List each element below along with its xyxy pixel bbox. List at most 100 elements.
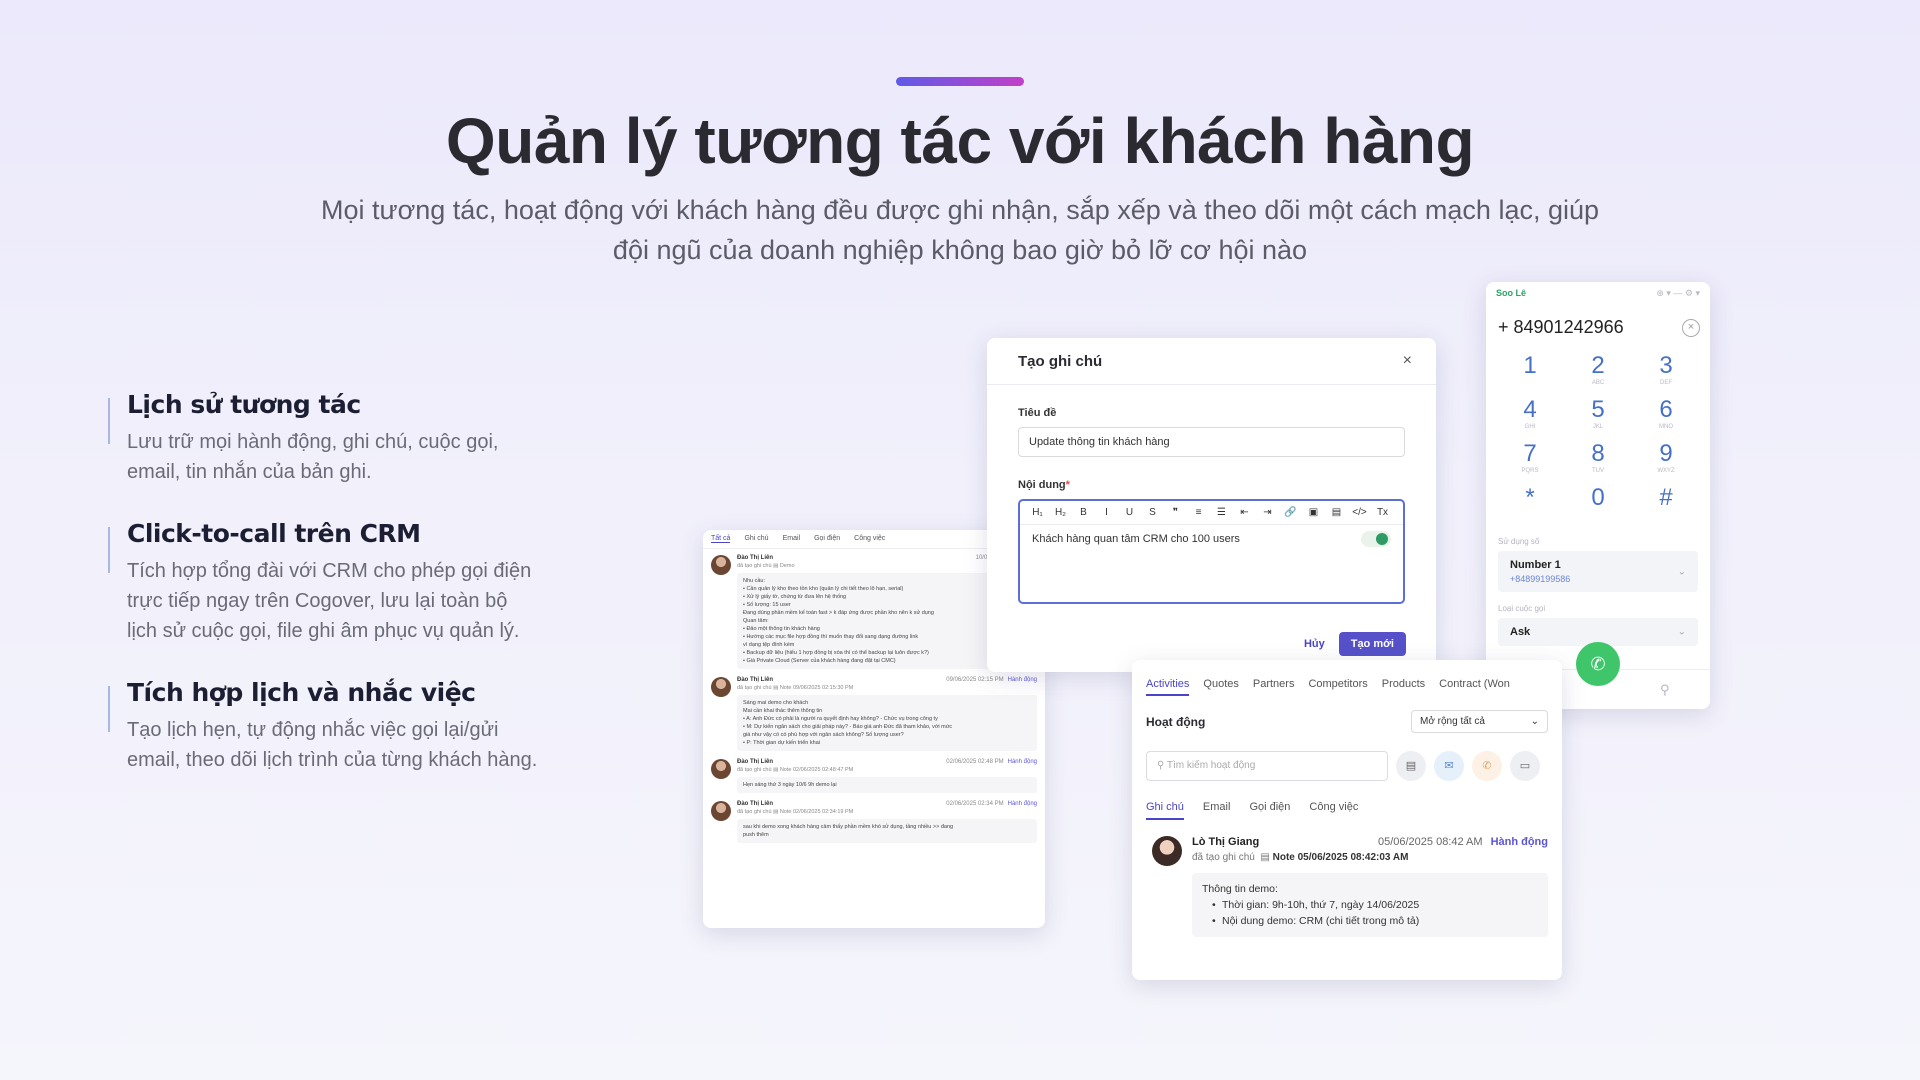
keypad-key[interactable]: 0 — [1564, 484, 1632, 525]
toolbar-button[interactable]: ☰ — [1214, 507, 1229, 518]
tab-all[interactable]: Tất cả — [711, 535, 731, 543]
feature-desc-line: Lưu trữ mọi hành động, ghi chú, cuộc gọi… — [127, 431, 499, 453]
toolbar-button[interactable]: ⇥ — [1260, 507, 1275, 518]
activity-search-input[interactable]: ⚲ Tìm kiếm hoạt động — [1146, 751, 1388, 781]
keypad-key[interactable]: 7 PQRS — [1496, 440, 1564, 481]
cancel-button[interactable]: Hủy — [1304, 638, 1325, 650]
tab-competitors[interactable]: Competitors — [1308, 678, 1367, 696]
note-sub-text: đã tạo ghi chú — [737, 809, 772, 815]
note-line: • P: Thời gian dự kiến triển khai — [743, 740, 820, 746]
toolbar-button[interactable]: Tx — [1375, 507, 1390, 518]
subtab-email[interactable]: Email — [1203, 801, 1231, 820]
subtab-calls[interactable]: Gọi điện — [1249, 801, 1290, 820]
phone-icon[interactable]: ✆ — [1472, 751, 1502, 781]
activity-item: Lò Thị Giang 05/06/2025 08:42 AM Hành độn… — [1132, 820, 1562, 937]
toolbar-button[interactable]: 🔗 — [1283, 507, 1298, 518]
tab-partners[interactable]: Partners — [1253, 678, 1295, 696]
note-head: Đào Thị Liên 02/06/2025 02:48 PM Hành độn… — [737, 759, 1037, 765]
toolbar-button[interactable]: S — [1145, 507, 1160, 518]
feature-desc-line: email, theo dõi lịch trình của từng khác… — [127, 749, 538, 771]
tab-activities[interactable]: Activities — [1146, 678, 1190, 696]
keypad-key[interactable]: 2 ABC — [1564, 352, 1632, 393]
number-select-name: Number 1 — [1510, 559, 1561, 571]
action-menu-button[interactable]: Hành động — [1491, 836, 1548, 848]
feature-title: Lịch sử tương tác — [127, 390, 361, 419]
note-body: sau khi demo xong khách hàng cảm thấy ph… — [737, 819, 1037, 843]
toolbar-button[interactable]: H₂ — [1053, 507, 1068, 518]
toolbar-button[interactable]: </> — [1352, 507, 1367, 518]
keypad-key[interactable]: 6 MNO — [1632, 396, 1700, 437]
keypad-key[interactable]: 1 — [1496, 352, 1564, 393]
action-menu-button[interactable]: Hành động — [1008, 759, 1037, 765]
editor-content[interactable]: Khách hàng quan tâm CRM cho 100 users — [1020, 525, 1403, 553]
note-head: Đào Thị Liên 02/06/2025 02:34 PM Hành độn… — [737, 801, 1037, 807]
note-author: Đào Thị Liên — [737, 677, 773, 683]
key-letters: PQRS — [1521, 468, 1539, 474]
note-sub-text: đã tạo ghi chú — [737, 685, 772, 691]
toolbar-button[interactable]: ▣ — [1306, 507, 1321, 518]
toolbar-button[interactable]: ≡ — [1191, 507, 1206, 518]
feature-desc-line: trực tiếp ngay trên Cogover, lưu lại toà… — [127, 590, 508, 612]
toolbar-button[interactable]: B — [1076, 507, 1091, 518]
keypad-key[interactable]: * — [1496, 484, 1564, 525]
dialer-controls[interactable]: ⊕ ▾ — ⚙ ▾ — [1656, 288, 1700, 299]
action-menu-button[interactable]: Hành động — [1008, 801, 1037, 807]
activity-ref[interactable]: Note 05/06/2025 08:42:03 AM — [1273, 852, 1409, 863]
clear-icon[interactable]: × — [1682, 318, 1700, 337]
email-icon[interactable]: ✉ — [1434, 751, 1464, 781]
expand-all-select[interactable]: Mở rộng tất cả ⌄ — [1411, 710, 1548, 733]
number-select-value: +84899199586 — [1510, 574, 1571, 584]
note-ref[interactable]: Note 02/06/2025 02:48:47 PM — [780, 767, 853, 773]
action-menu-button[interactable]: Hành động — [1008, 677, 1037, 683]
tab-email[interactable]: Email — [783, 535, 801, 543]
key-letters: MNO — [1659, 424, 1673, 430]
toolbar-button[interactable]: ▤ — [1329, 507, 1344, 518]
tab-calls[interactable]: Gọi điện — [814, 535, 840, 543]
subtab-notes[interactable]: Ghi chú — [1146, 801, 1184, 820]
title-input[interactable]: Update thông tin khách hàng — [1018, 427, 1405, 457]
note-ref[interactable]: Note 02/06/2025 02:34:19 PM — [780, 809, 853, 815]
note-ref[interactable]: Note 09/06/2025 02:15:30 PM — [780, 685, 853, 691]
folder-icon[interactable]: ▭ — [1510, 751, 1540, 781]
key-digit: 7 — [1523, 440, 1537, 467]
keypad: 1 2 ABC 3 DEF 4 GHI 5 JKL 6 MNO 7 PQRS 8 TUV 9 WXYZ * 0 # — [1486, 338, 1710, 525]
use-number-label: Sử dụng số — [1498, 537, 1540, 546]
tab-products[interactable]: Products — [1382, 678, 1425, 696]
note-sub: đã tạo ghi chú ▤ Note 09/06/2025 02:15:3… — [737, 685, 854, 691]
create-button[interactable]: Tạo mới — [1338, 632, 1406, 656]
toolbar-button[interactable]: ⇤ — [1237, 507, 1252, 518]
user-icon[interactable]: ⚲ — [1660, 682, 1670, 698]
keypad-key[interactable]: 5 JKL — [1564, 396, 1632, 437]
keypad-key[interactable]: 9 WXYZ — [1632, 440, 1700, 481]
tab-notes[interactable]: Ghi chú — [744, 535, 768, 543]
tab-tasks[interactable]: Công việc — [854, 535, 885, 543]
tab-contract[interactable]: Contract (Won — [1439, 678, 1510, 696]
note-line: • A: Anh Đức có phải là người ra quyết đ… — [743, 716, 938, 722]
subtab-tasks[interactable]: Công việc — [1309, 801, 1358, 820]
note-icon[interactable]: ▤ — [1396, 751, 1426, 781]
number-select[interactable]: Number 1 +84899199586 ⌄ — [1498, 551, 1698, 592]
key-letters: GHI — [1524, 424, 1536, 430]
activity-search-row: ⚲ Tìm kiếm hoạt động ▤ ✉ ✆ ▭ — [1132, 733, 1562, 781]
keypad-key[interactable]: 8 TUV — [1564, 440, 1632, 481]
note-line: • M: Dự kiến ngân sách cho giải pháp này… — [743, 724, 953, 730]
close-icon[interactable]: × — [1403, 352, 1412, 370]
activity-meta: 05/06/2025 08:42 AM Hành động — [1378, 836, 1548, 848]
grammar-assistant-icon[interactable] — [1361, 531, 1391, 547]
toolbar-button[interactable]: I — [1099, 507, 1114, 518]
feature-interaction-history: Lịch sử tương tác Lưu trữ mọi hành động,… — [108, 390, 568, 487]
content-editor[interactable]: H₁ H₂ B I U S ❞ ≡ ☰ ⇤ ⇥ 🔗 ▣ ▤ </> Tx Khách hàng quan tâ… — [1018, 499, 1405, 604]
accent-bar — [896, 77, 1024, 86]
toolbar-button[interactable]: U — [1122, 507, 1137, 518]
toolbar-button[interactable]: ❞ — [1168, 507, 1183, 518]
note-ref[interactable]: Demo — [780, 563, 795, 569]
tab-quotes[interactable]: Quotes — [1203, 678, 1238, 696]
dialed-number[interactable]: + 84901242966 — [1498, 317, 1624, 338]
toolbar-button[interactable]: H₁ — [1030, 507, 1045, 518]
editor-text: Khách hàng quan tâm CRM cho 100 users — [1032, 533, 1240, 545]
avatar — [711, 759, 731, 779]
call-button[interactable]: ✆ — [1576, 642, 1620, 686]
keypad-key[interactable]: 4 GHI — [1496, 396, 1564, 437]
keypad-key[interactable]: # — [1632, 484, 1700, 525]
keypad-key[interactable]: 3 DEF — [1632, 352, 1700, 393]
